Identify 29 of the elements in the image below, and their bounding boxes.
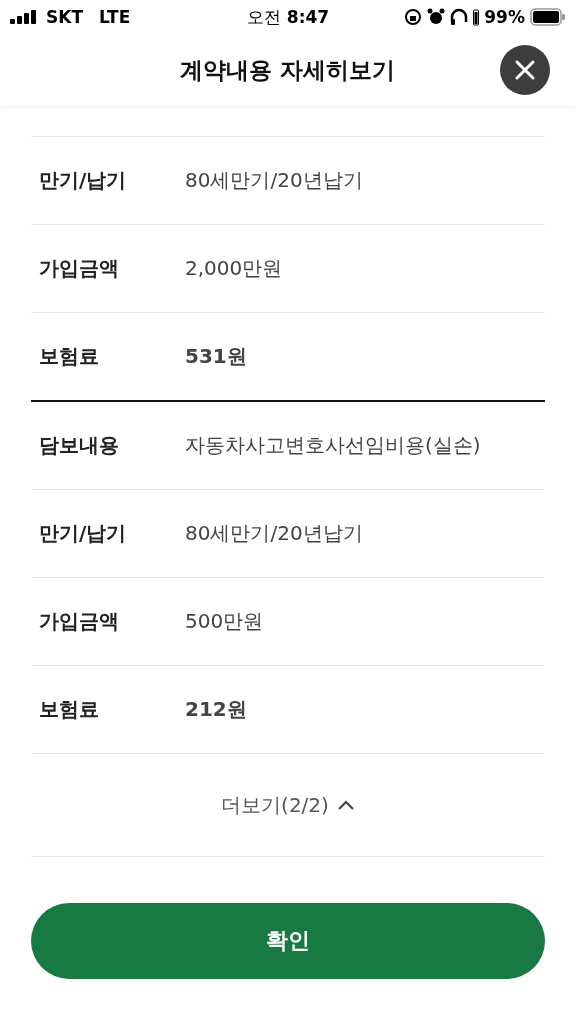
- close-button[interactable]: [500, 45, 550, 95]
- row-value: 자동차사고변호사선임비용(실손): [185, 432, 481, 459]
- row-label: 담보내용: [39, 432, 120, 459]
- close-icon: [514, 59, 536, 81]
- row-label: 보험료: [39, 696, 100, 723]
- battery-small-icon: [473, 8, 480, 26]
- chevron-icon: [336, 799, 355, 811]
- row-label: 보험료: [39, 343, 100, 370]
- battery-icon: [530, 8, 566, 26]
- row-value: 531원: [185, 343, 247, 370]
- row-value: 2,000만원: [185, 255, 283, 282]
- rotation-lock-icon: [404, 8, 423, 26]
- row-value: 80세만기/20년납기: [185, 167, 363, 194]
- row-label: 가입금액: [39, 255, 120, 282]
- alarm-icon: [427, 8, 446, 26]
- headphones-icon: [450, 8, 469, 26]
- row-value: 80세만기/20년납기: [185, 520, 363, 547]
- row-label: 만기/납기: [39, 520, 128, 547]
- network-type: LTE: [99, 7, 131, 27]
- more-button[interactable]: 더보기(2/2): [217, 787, 359, 823]
- row-value: 500만원: [185, 608, 264, 635]
- row-label: 만기/납기: [39, 167, 128, 194]
- confirm-button[interactable]: 확인: [31, 903, 545, 979]
- page-title: 계약내용 자세히보기: [180, 55, 396, 85]
- carrier-name: SKT: [46, 7, 83, 27]
- battery-percent: 99%: [484, 7, 525, 27]
- row-label: 가입금액: [39, 608, 120, 635]
- row-value: 212원: [185, 696, 247, 723]
- clock-time: 오전 8:47: [246, 6, 330, 27]
